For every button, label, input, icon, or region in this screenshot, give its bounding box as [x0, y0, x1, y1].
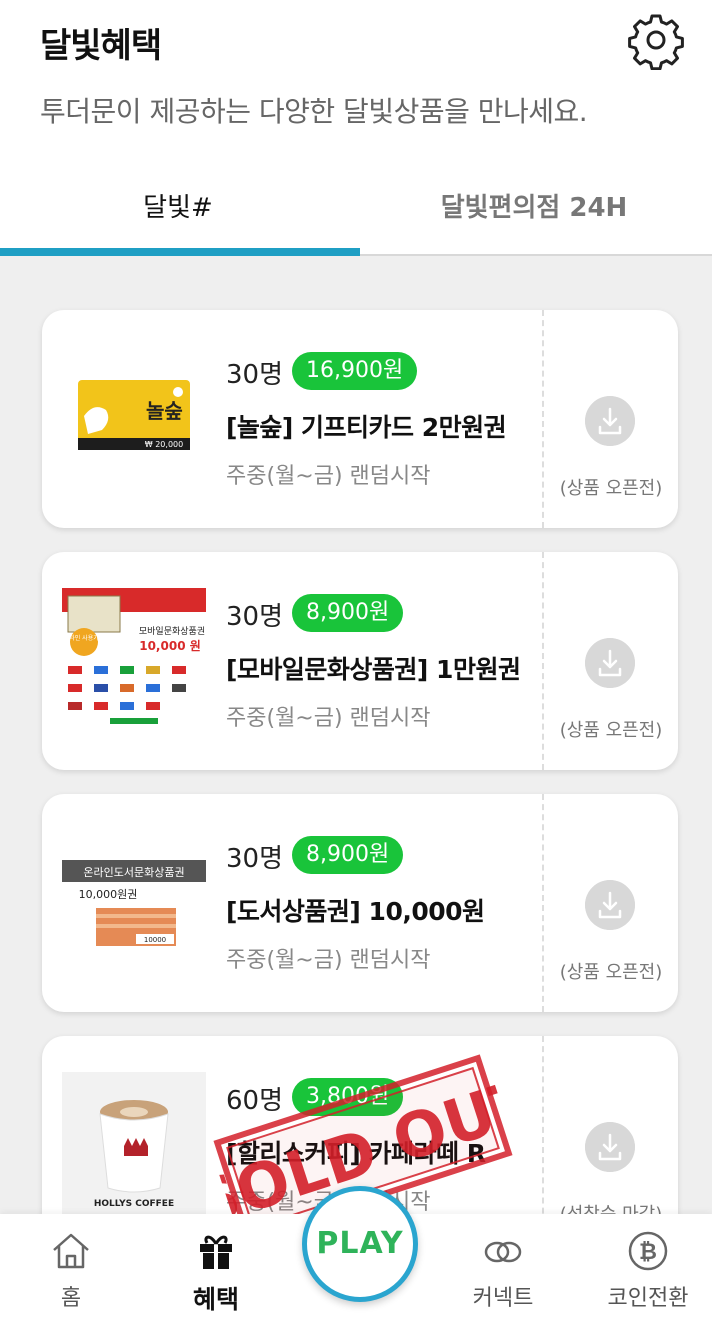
schedule-text: 주중(월~금) 랜덤시작: [226, 464, 431, 489]
home-icon: [53, 1233, 89, 1269]
book-voucher-value: 10,000원권: [79, 888, 138, 901]
product-card-mobile-culture[interactable]: 온라인 사용가능 모바일문화상품권 10,000 원 30명 8,900원 [모…: [42, 552, 678, 770]
book-voucher-image: 온라인도서문화상품권 10,000원권 10000: [62, 860, 206, 946]
download-icon[interactable]: [585, 396, 635, 446]
link-icon: [484, 1241, 522, 1263]
voucher-title: 모바일문화상품권: [139, 625, 205, 637]
status-label: (상품 오픈전): [559, 478, 663, 499]
schedule-text: 주중(월~금) 랜덤시작: [226, 948, 431, 973]
page-subtitle: 투더문이 제공하는 다양한 달빛상품을 만나세요.: [40, 95, 588, 128]
mobile-culture-voucher-image: 온라인 사용가능 모바일문화상품권 10,000 원: [62, 588, 206, 732]
active-tab-indicator: [0, 248, 360, 256]
nav-connect[interactable]: 커넥트: [432, 1214, 574, 1334]
price-badge: 16,900원: [292, 352, 418, 390]
voucher-value: 10,000 원: [139, 639, 201, 653]
nolsup-gift-card-image: 놀숲 ₩ 20,000: [78, 380, 190, 450]
product-name: [모바일문화상품권] 1만원권: [226, 655, 521, 684]
nav-home[interactable]: 홈: [0, 1214, 142, 1334]
product-card-nolsup[interactable]: 놀숲 ₩ 20,000 30명 16,900원 [놀숲] 기프티카드 2만원권 …: [42, 310, 678, 528]
nolsup-card-value: ₩ 20,000: [145, 440, 183, 449]
play-label: PLAY: [316, 1226, 404, 1261]
nav-connect-label: 커넥트: [472, 1286, 534, 1311]
product-card-book-voucher[interactable]: 온라인도서문화상품권 10,000원권 10000 30명 8,900원 [도서…: [42, 794, 678, 1012]
tab-convenience-store[interactable]: 달빛편의점 24H: [356, 176, 712, 244]
nav-home-label: 홈: [60, 1286, 82, 1311]
status-label: (상품 오픈전): [559, 720, 663, 741]
download-icon[interactable]: [585, 880, 635, 930]
voucher-badge: 온라인 사용가능: [64, 634, 105, 642]
product-name: [놀숲] 기프티카드 2만원권: [226, 413, 507, 442]
gift-icon: [200, 1235, 232, 1269]
status-label: (상품 오픈전): [559, 962, 663, 983]
header: 달빛혜택 투더문이 제공하는 다양한 달빛상품을 만나세요. 달빛# 달빛편의점…: [0, 0, 712, 256]
product-name: [도서상품권] 10,000원: [226, 897, 485, 926]
gear-icon[interactable]: [626, 10, 686, 70]
nav-benefits-label: 혜택: [192, 1285, 239, 1314]
nav-benefits[interactable]: 혜택: [145, 1214, 287, 1334]
price-badge: 8,900원: [292, 594, 404, 632]
download-icon[interactable]: [585, 638, 635, 688]
price-badge: 8,900원: [292, 836, 404, 874]
hollys-latte-image: HOLLYS COFFEE: [62, 1072, 206, 1216]
tab-dalbit[interactable]: 달빛#: [0, 176, 356, 244]
winner-count: 30명: [226, 844, 284, 874]
tab-bar: 달빛# 달빛편의점 24H: [0, 176, 712, 256]
book-voucher-small: 10000: [144, 936, 166, 944]
play-button[interactable]: PLAY: [302, 1186, 418, 1302]
winner-count: 30명: [226, 360, 284, 390]
page-title: 달빛혜택: [40, 26, 162, 66]
hollys-brand: HOLLYS COFFEE: [94, 1199, 174, 1209]
nav-coin-exchange[interactable]: ₿ 코인전환: [577, 1214, 712, 1334]
book-voucher-header: 온라인도서문화상품권: [83, 866, 184, 879]
winner-count: 30명: [226, 602, 284, 632]
download-icon: [585, 1122, 635, 1172]
schedule-text: 주중(월~금) 랜덤시작: [226, 706, 431, 731]
bitcoin-icon: ₿: [628, 1231, 668, 1271]
nav-coin-exchange-label: 코인전환: [607, 1286, 689, 1311]
svg-text:놀숲: 놀숲: [146, 399, 183, 423]
svg-text:₿: ₿: [639, 1240, 657, 1265]
